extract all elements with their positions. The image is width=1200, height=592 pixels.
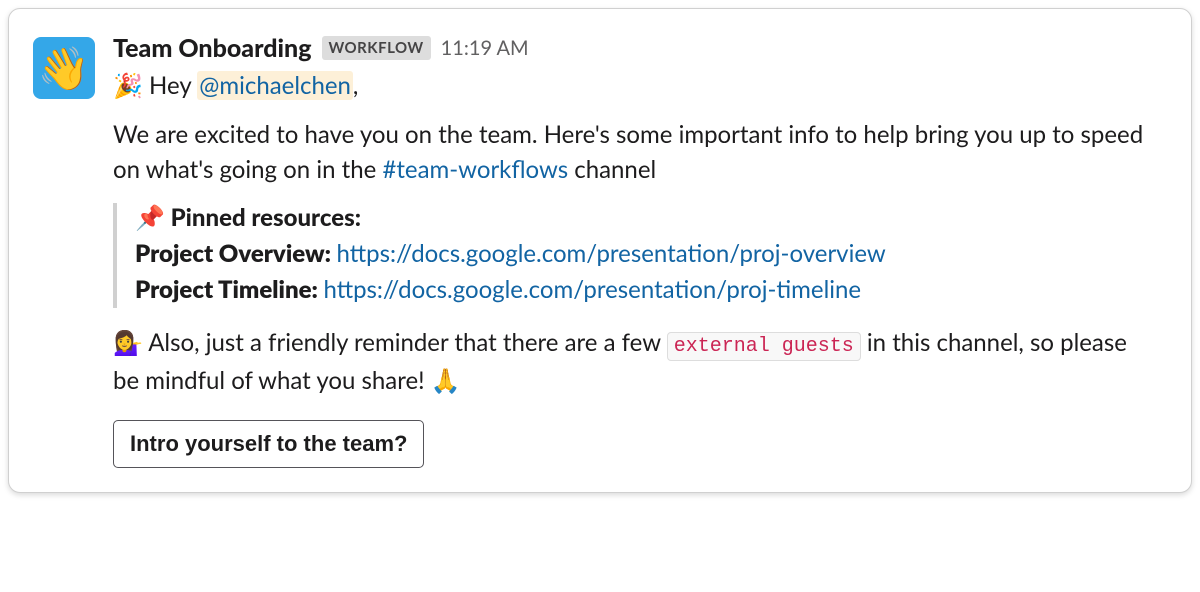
tipping-hand-icon: 💁‍♀️	[113, 328, 143, 357]
greeting-prefix: Hey	[149, 71, 197, 100]
pray-icon: 🙏	[431, 366, 461, 395]
external-guests-code: external guests	[667, 332, 861, 361]
tada-icon: 🎉	[113, 71, 143, 100]
greeting-suffix: ,	[353, 71, 358, 100]
resource-url[interactable]: https://docs.google.com/presentation/pro…	[337, 239, 886, 268]
resource-label: Project Overview:	[135, 239, 337, 268]
intro-suffix: channel	[568, 155, 656, 184]
intro-paragraph: We are excited to have you on the team. …	[113, 118, 1159, 188]
pinned-resources-block: 📌 Pinned resources: Project Overview: ht…	[113, 203, 1159, 308]
message-content: Team Onboarding WORKFLOW 11:19 AM 🎉 Hey …	[113, 33, 1159, 468]
workflow-badge: WORKFLOW	[322, 36, 431, 60]
timestamp: 11:19 AM	[441, 36, 529, 60]
user-mention[interactable]: @michaelchen	[197, 71, 353, 100]
reminder-paragraph: 💁‍♀️ Also, just a friendly reminder that…	[113, 324, 1159, 399]
sender-avatar: 👋	[33, 37, 95, 99]
sender-name: Team Onboarding	[113, 33, 312, 63]
resource-line: Project Timeline: https://docs.google.co…	[135, 272, 1159, 308]
message-header: Team Onboarding WORKFLOW 11:19 AM	[113, 33, 1159, 63]
message-card: 👋 Team Onboarding WORKFLOW 11:19 AM 🎉 He…	[8, 8, 1192, 493]
resource-line: Project Overview: https://docs.google.co…	[135, 236, 1159, 272]
resource-label: Project Timeline:	[135, 275, 323, 304]
resource-url[interactable]: https://docs.google.com/presentation/pro…	[323, 275, 861, 304]
intro-yourself-button[interactable]: Intro yourself to the team?	[113, 420, 424, 468]
channel-link[interactable]: #team-workflows	[382, 155, 568, 184]
pinned-header: 📌 Pinned resources:	[135, 203, 1159, 232]
pin-icon: 📌	[135, 203, 165, 232]
reminder-before: Also, just a friendly reminder that ther…	[148, 328, 667, 357]
greeting-line: 🎉 Hey @michaelchen,	[113, 69, 1159, 104]
wave-icon: 👋	[38, 42, 90, 94]
pinned-header-text: Pinned resources:	[171, 203, 361, 232]
